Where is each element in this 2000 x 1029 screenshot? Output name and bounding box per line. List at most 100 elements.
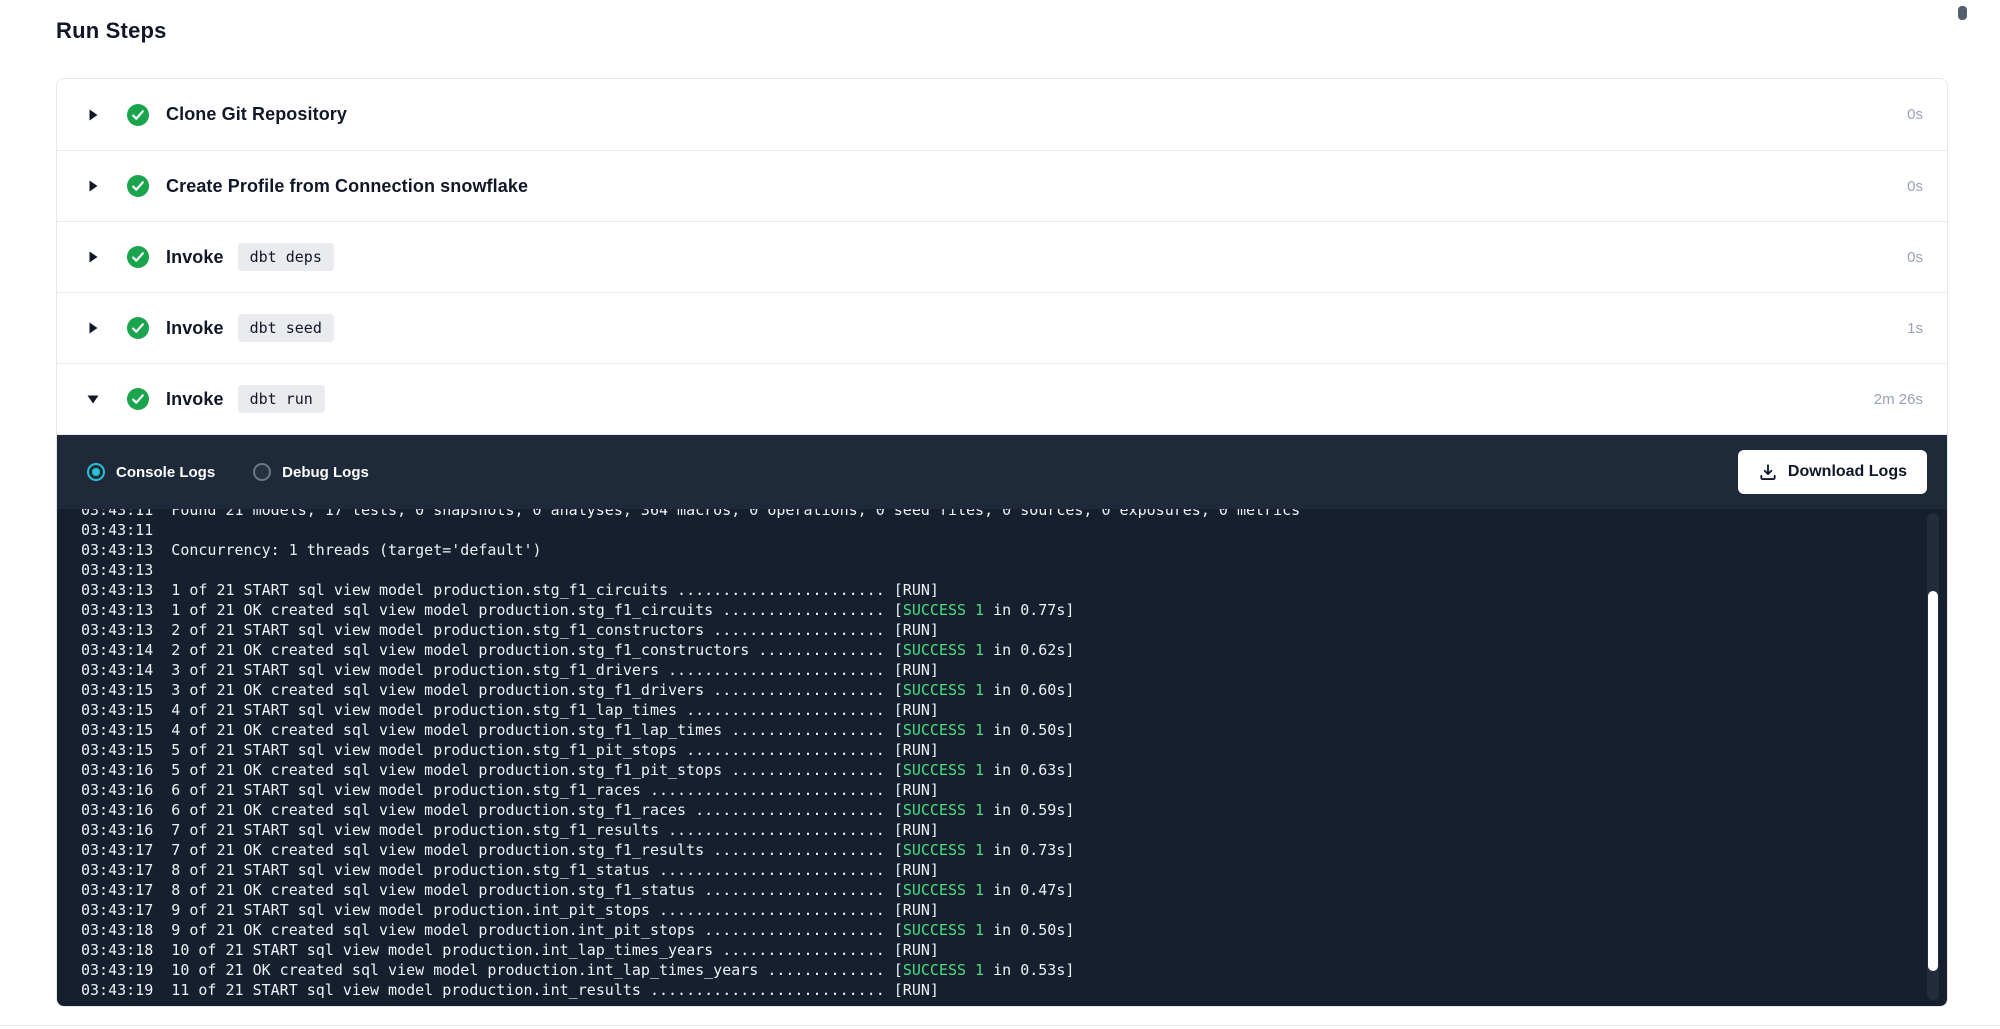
log-timestamp: 03:43:16 (81, 821, 153, 839)
caret-icon[interactable] (85, 108, 101, 122)
log-line: 03:43:17 7 of 21 OK created sql view mod… (81, 840, 1947, 860)
step-command-chip: dbt run (238, 385, 325, 413)
log-timestamp: 03:43:13 (81, 581, 153, 599)
radio-unselected-icon (253, 463, 271, 481)
log-lines: 03:43:11 Found 21 models, 17 tests, 0 sn… (81, 509, 1947, 1000)
step-row[interactable]: Clone Git Repository 0s (57, 79, 1947, 150)
chevron-right-icon (87, 179, 99, 193)
success-check-icon (127, 317, 149, 339)
log-timestamp: 03:43:13 (81, 601, 153, 619)
log-timestamp: 03:43:15 (81, 741, 153, 759)
log-line: 03:43:11 (81, 520, 1947, 540)
step-row[interactable]: Invoke dbt deps 0s (57, 221, 1947, 292)
log-line: 03:43:19 10 of 21 OK created sql view mo… (81, 960, 1947, 980)
log-success-tag: SUCCESS 1 (903, 641, 984, 659)
log-line: 03:43:13 1 of 21 START sql view model pr… (81, 580, 1947, 600)
log-timestamp: 03:43:14 (81, 641, 153, 659)
log-timestamp: 03:43:13 (81, 541, 153, 559)
log-line: 03:43:15 4 of 21 START sql view model pr… (81, 700, 1947, 720)
page-scrollbar-thumb[interactable] (1958, 6, 1967, 20)
console-log-output[interactable]: 03:43:11 Found 21 models, 17 tests, 0 sn… (57, 509, 1947, 1006)
log-line: 03:43:15 3 of 21 OK created sql view mod… (81, 680, 1947, 700)
log-line: 03:43:14 3 of 21 START sql view model pr… (81, 660, 1947, 680)
debug-logs-label: Debug Logs (282, 464, 369, 481)
log-line: 03:43:13 2 of 21 START sql view model pr… (81, 620, 1947, 640)
step-duration: 2m 26s (1874, 391, 1923, 408)
page-title: Run Steps (56, 18, 1948, 44)
download-logs-label: Download Logs (1788, 463, 1907, 481)
debug-logs-radio[interactable]: Debug Logs (253, 463, 369, 481)
step-row[interactable]: Invoke dbt run 2m 26s (57, 363, 1947, 434)
console-panel: Console Logs Debug Logs Download Logs (57, 434, 1947, 1006)
caret-icon[interactable] (85, 393, 101, 405)
console-header: Console Logs Debug Logs Download Logs (57, 435, 1947, 509)
step-label: Clone Git Repository (166, 104, 347, 125)
log-timestamp: 03:43:16 (81, 781, 153, 799)
log-timestamp: 03:43:13 (81, 561, 153, 579)
log-timestamp: 03:43:16 (81, 801, 153, 819)
step-duration: 0s (1907, 249, 1923, 266)
log-timestamp: 03:43:17 (81, 841, 153, 859)
log-timestamp: 03:43:13 (81, 621, 153, 639)
log-timestamp: 03:43:19 (81, 981, 153, 999)
step-command-chip: dbt deps (238, 243, 334, 271)
log-line: 03:43:19 11 of 21 START sql view model p… (81, 980, 1947, 1000)
log-line: 03:43:17 9 of 21 START sql view model pr… (81, 900, 1947, 920)
log-timestamp: 03:43:15 (81, 681, 153, 699)
run-steps-list: Clone Git Repository 0s Create Profile f… (57, 79, 1947, 434)
log-timestamp: 03:43:17 (81, 881, 153, 899)
log-timestamp: 03:43:15 (81, 701, 153, 719)
log-timestamp: 03:43:15 (81, 721, 153, 739)
log-success-tag: SUCCESS 1 (903, 601, 984, 619)
run-steps-accordion: Clone Git Repository 0s Create Profile f… (56, 78, 1948, 1007)
page-bottom-divider (0, 1025, 2000, 1026)
caret-icon[interactable] (85, 179, 101, 193)
step-command-chip: dbt seed (238, 314, 334, 342)
success-check-icon (127, 388, 149, 410)
step-label: Invoke (166, 389, 224, 410)
step-duration: 1s (1907, 320, 1923, 337)
log-scrollbar-thumb[interactable] (1928, 591, 1938, 971)
log-timestamp: 03:43:18 (81, 921, 153, 939)
step-row[interactable]: Create Profile from Connection snowflake… (57, 150, 1947, 221)
log-line: 03:43:18 9 of 21 OK created sql view mod… (81, 920, 1947, 940)
chevron-right-icon (87, 108, 99, 122)
step-duration: 0s (1907, 178, 1923, 195)
radio-selected-icon (87, 463, 105, 481)
step-row[interactable]: Invoke dbt seed 1s (57, 292, 1947, 363)
chevron-right-icon (87, 250, 99, 264)
log-timestamp: 03:43:17 (81, 901, 153, 919)
log-timestamp: 03:43:11 (81, 509, 153, 519)
chevron-down-icon (86, 393, 100, 405)
log-scrollbar[interactable] (1927, 513, 1939, 1000)
log-line: 03:43:16 6 of 21 OK created sql view mod… (81, 800, 1947, 820)
console-logs-label: Console Logs (116, 464, 215, 481)
log-timestamp: 03:43:11 (81, 521, 153, 539)
log-line: 03:43:16 6 of 21 START sql view model pr… (81, 780, 1947, 800)
step-label: Invoke (166, 247, 224, 268)
log-success-tag: SUCCESS 1 (903, 961, 984, 979)
log-line: 03:43:15 5 of 21 START sql view model pr… (81, 740, 1947, 760)
success-check-icon (127, 175, 149, 197)
log-success-tag: SUCCESS 1 (903, 761, 984, 779)
log-line: 03:43:17 8 of 21 OK created sql view mod… (81, 880, 1947, 900)
log-timestamp: 03:43:19 (81, 961, 153, 979)
step-duration: 0s (1907, 106, 1923, 123)
success-check-icon (127, 104, 149, 126)
console-logs-radio[interactable]: Console Logs (87, 463, 215, 481)
log-timestamp: 03:43:17 (81, 861, 153, 879)
caret-icon[interactable] (85, 250, 101, 264)
chevron-right-icon (87, 321, 99, 335)
log-success-tag: SUCCESS 1 (903, 841, 984, 859)
download-icon (1758, 462, 1778, 482)
log-success-tag: SUCCESS 1 (903, 921, 984, 939)
log-line: 03:43:11 Found 21 models, 17 tests, 0 sn… (81, 509, 1947, 520)
log-line: 03:43:13 Concurrency: 1 threads (target=… (81, 540, 1947, 560)
run-steps-page: Run Steps Clone Git Repository 0s Creat (0, 0, 2000, 1029)
step-label: Invoke (166, 318, 224, 339)
log-line: 03:43:16 5 of 21 OK created sql view mod… (81, 760, 1947, 780)
log-success-tag: SUCCESS 1 (903, 681, 984, 699)
log-line: 03:43:18 10 of 21 START sql view model p… (81, 940, 1947, 960)
download-logs-button[interactable]: Download Logs (1738, 450, 1927, 494)
caret-icon[interactable] (85, 321, 101, 335)
